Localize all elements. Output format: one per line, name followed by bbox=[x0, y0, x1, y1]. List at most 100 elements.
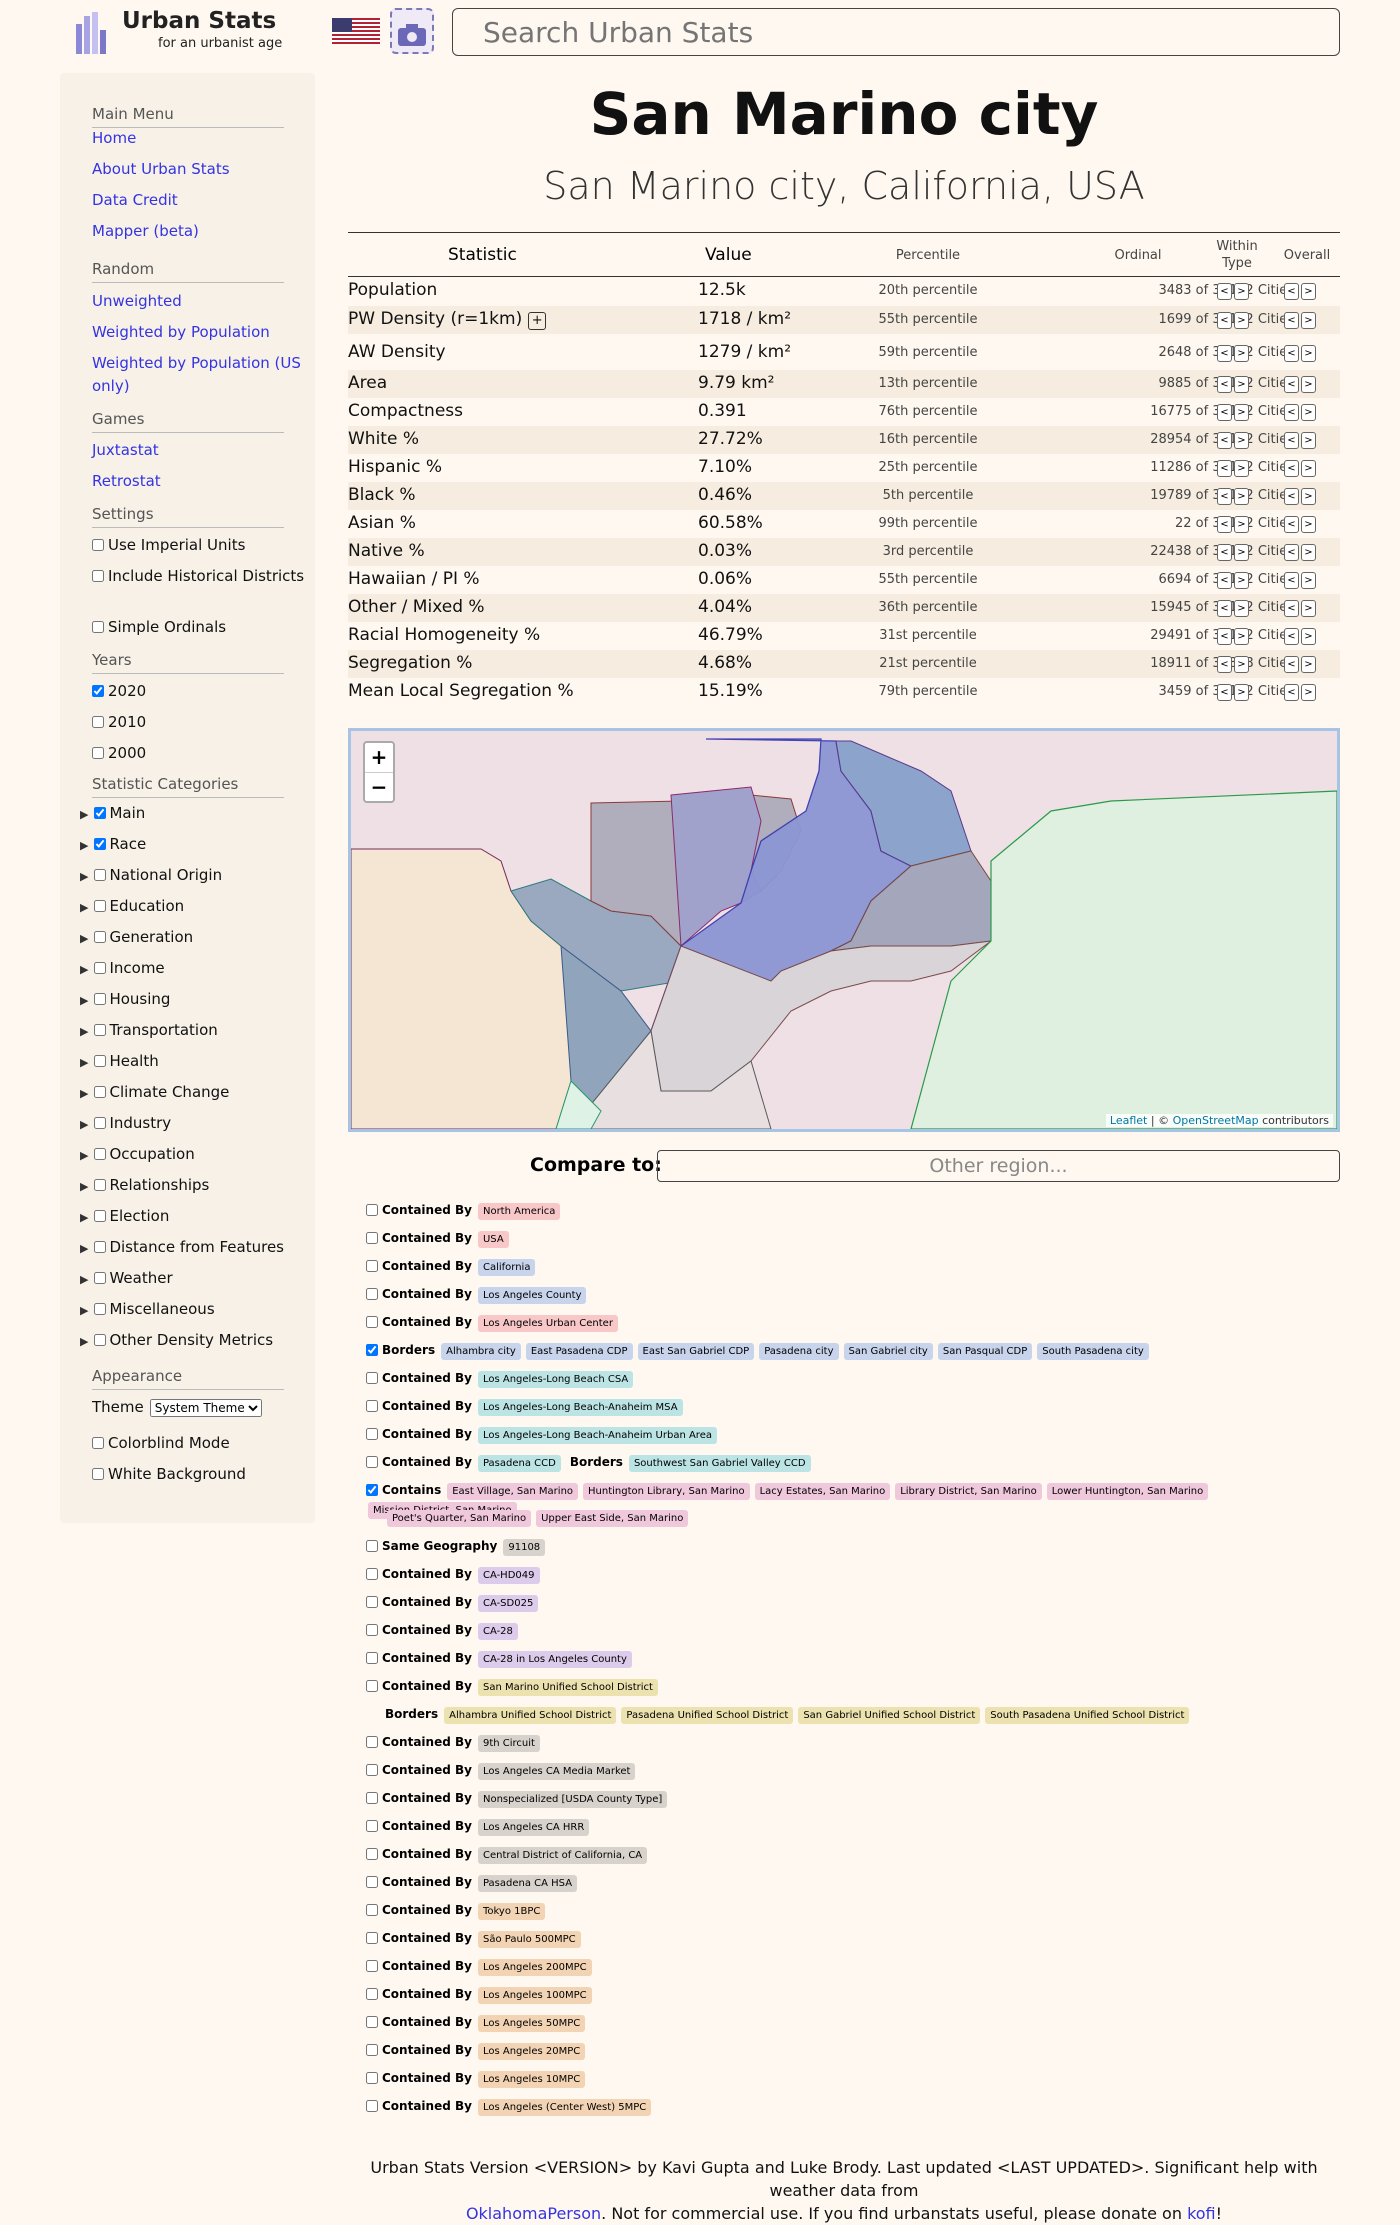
expand-triangle-icon[interactable]: ▶ bbox=[80, 1180, 88, 1193]
nav-link-2[interactable]: Data Credit bbox=[92, 189, 302, 212]
overall-prev-button[interactable]: < bbox=[1284, 488, 1299, 505]
region-tag[interactable]: Los Angeles-Long Beach-Anaheim Urban Are… bbox=[477, 1427, 717, 1444]
overall-next-button[interactable]: > bbox=[1301, 283, 1316, 300]
relationship-checkbox[interactable] bbox=[366, 1652, 378, 1664]
overall-next-button[interactable]: > bbox=[1301, 656, 1316, 673]
within-next-button[interactable]: > bbox=[1234, 404, 1249, 421]
relationship-checkbox[interactable] bbox=[366, 2016, 378, 2028]
region-tag[interactable]: Los Angeles-Long Beach CSA bbox=[477, 1371, 634, 1388]
region-tag[interactable]: Pasadena Unified School District bbox=[621, 1707, 794, 1724]
category-14[interactable]: ▶ Distance from Features bbox=[80, 1238, 284, 1256]
category-checkbox[interactable] bbox=[94, 1179, 107, 1191]
within-next-button[interactable]: > bbox=[1234, 628, 1249, 645]
category-checkbox[interactable] bbox=[94, 1024, 107, 1036]
category-checkbox[interactable] bbox=[94, 993, 107, 1005]
category-15[interactable]: ▶ Weather bbox=[80, 1269, 173, 1287]
expand-triangle-icon[interactable]: ▶ bbox=[80, 1025, 88, 1038]
region-tag[interactable]: North America bbox=[477, 1203, 561, 1220]
overall-next-button[interactable]: > bbox=[1301, 404, 1316, 421]
setting-1[interactable]: Include Historical Districts bbox=[92, 565, 307, 588]
relationship-checkbox[interactable] bbox=[366, 1988, 378, 2000]
compare-input[interactable]: Other region... bbox=[657, 1150, 1340, 1182]
appearance-opt-1[interactable]: White Background bbox=[92, 1463, 307, 1486]
within-next-button[interactable]: > bbox=[1234, 432, 1249, 449]
zoom-out-button[interactable]: − bbox=[365, 773, 393, 803]
region-tag[interactable]: CA-28 bbox=[477, 1623, 518, 1640]
relationship-checkbox[interactable] bbox=[366, 1792, 378, 1804]
region-tag[interactable]: Alhambra city bbox=[441, 1343, 521, 1360]
expand-triangle-icon[interactable]: ▶ bbox=[80, 1118, 88, 1131]
random-link-0[interactable]: Unweighted bbox=[92, 290, 302, 313]
region-tag[interactable]: Los Angeles Urban Center bbox=[477, 1315, 618, 1332]
expand-triangle-icon[interactable]: ▶ bbox=[80, 839, 88, 852]
nav-link-1[interactable]: About Urban Stats bbox=[92, 158, 302, 181]
search-input[interactable] bbox=[452, 8, 1340, 56]
within-prev-button[interactable]: < bbox=[1217, 404, 1232, 421]
region-tag[interactable]: Los Angeles 10MPC bbox=[477, 2071, 586, 2088]
relationship-checkbox[interactable] bbox=[366, 1316, 378, 1328]
relationship-checkbox[interactable] bbox=[366, 2072, 378, 2084]
expand-triangle-icon[interactable]: ▶ bbox=[80, 808, 88, 821]
logo-icon[interactable] bbox=[74, 10, 110, 54]
region-tag[interactable]: San Marino Unified School District bbox=[477, 1679, 658, 1696]
within-next-button[interactable]: > bbox=[1234, 656, 1249, 673]
expand-triangle-icon[interactable]: ▶ bbox=[80, 1242, 88, 1255]
year-0-checkbox[interactable] bbox=[92, 685, 104, 697]
expand-plus-button[interactable]: + bbox=[528, 312, 547, 330]
year-1[interactable]: 2010 bbox=[92, 711, 307, 734]
region-tag[interactable]: Los Angeles CA Media Market bbox=[477, 1763, 636, 1780]
category-checkbox[interactable] bbox=[94, 1086, 107, 1098]
relationship-checkbox[interactable] bbox=[366, 1260, 378, 1272]
relationship-checkbox[interactable] bbox=[366, 1764, 378, 1776]
relationship-checkbox[interactable] bbox=[366, 1624, 378, 1636]
overall-prev-button[interactable]: < bbox=[1284, 572, 1299, 589]
overall-next-button[interactable]: > bbox=[1301, 544, 1316, 561]
setting-2[interactable]: Simple Ordinals bbox=[92, 616, 307, 639]
region-tag[interactable]: Upper East Side, San Marino bbox=[536, 1510, 689, 1527]
category-5[interactable]: ▶ Income bbox=[80, 959, 165, 977]
overall-next-button[interactable]: > bbox=[1301, 684, 1316, 701]
random-link-1[interactable]: Weighted by Population bbox=[92, 321, 302, 344]
relationship-checkbox[interactable] bbox=[366, 1484, 378, 1496]
region-tag[interactable]: Los Angeles (Center West) 5MPC bbox=[477, 2099, 652, 2116]
oklahomaperson-link[interactable]: OklahomaPerson bbox=[466, 2204, 601, 2223]
leaflet-link[interactable]: Leaflet bbox=[1110, 1114, 1147, 1127]
region-tag[interactable]: Pasadena CCD bbox=[477, 1455, 561, 1472]
random-link-2[interactable]: Weighted by Population (US only) bbox=[92, 352, 302, 398]
category-0[interactable]: ▶ Main bbox=[80, 804, 145, 822]
nav-link-0[interactable]: Home bbox=[92, 127, 302, 150]
nav-link-3[interactable]: Mapper (beta) bbox=[92, 220, 302, 243]
within-next-button[interactable]: > bbox=[1234, 572, 1249, 589]
within-next-button[interactable]: > bbox=[1234, 376, 1249, 393]
year-1-checkbox[interactable] bbox=[92, 716, 104, 728]
region-tag[interactable]: East San Gabriel CDP bbox=[637, 1343, 755, 1360]
category-7[interactable]: ▶ Transportation bbox=[80, 1021, 218, 1039]
us-flag-icon[interactable] bbox=[332, 18, 380, 44]
category-checkbox[interactable] bbox=[94, 1117, 107, 1129]
region-tag[interactable]: Los Angeles-Long Beach-Anaheim MSA bbox=[477, 1399, 683, 1416]
within-next-button[interactable]: > bbox=[1234, 600, 1249, 617]
appearance-opt-0-checkbox[interactable] bbox=[92, 1437, 104, 1449]
overall-prev-button[interactable]: < bbox=[1284, 516, 1299, 533]
overall-next-button[interactable]: > bbox=[1301, 572, 1316, 589]
region-tag[interactable]: South Pasadena city bbox=[1037, 1343, 1149, 1360]
within-next-button[interactable]: > bbox=[1234, 544, 1249, 561]
category-checkbox[interactable] bbox=[94, 807, 107, 819]
expand-triangle-icon[interactable]: ▶ bbox=[80, 1211, 88, 1224]
within-next-button[interactable]: > bbox=[1234, 312, 1249, 329]
region-tag[interactable]: Pasadena CA HSA bbox=[477, 1875, 578, 1892]
zoom-in-button[interactable]: + bbox=[365, 743, 393, 773]
region-tag[interactable]: Nonspecialized [USDA County Type] bbox=[477, 1791, 668, 1808]
expand-triangle-icon[interactable]: ▶ bbox=[80, 963, 88, 976]
relationship-checkbox[interactable] bbox=[366, 1876, 378, 1888]
overall-prev-button[interactable]: < bbox=[1284, 544, 1299, 561]
category-1[interactable]: ▶ Race bbox=[80, 835, 146, 853]
game-link-1[interactable]: Retrostat bbox=[92, 470, 302, 493]
game-link-0[interactable]: Juxtastat bbox=[92, 439, 302, 462]
overall-next-button[interactable]: > bbox=[1301, 516, 1316, 533]
category-checkbox[interactable] bbox=[94, 900, 107, 912]
setting-0-checkbox[interactable] bbox=[92, 539, 104, 551]
region-tag[interactable]: South Pasadena Unified School District bbox=[985, 1707, 1190, 1724]
region-tag[interactable]: 9th Circuit bbox=[477, 1735, 540, 1752]
region-tag[interactable]: Pasadena city bbox=[759, 1343, 839, 1360]
